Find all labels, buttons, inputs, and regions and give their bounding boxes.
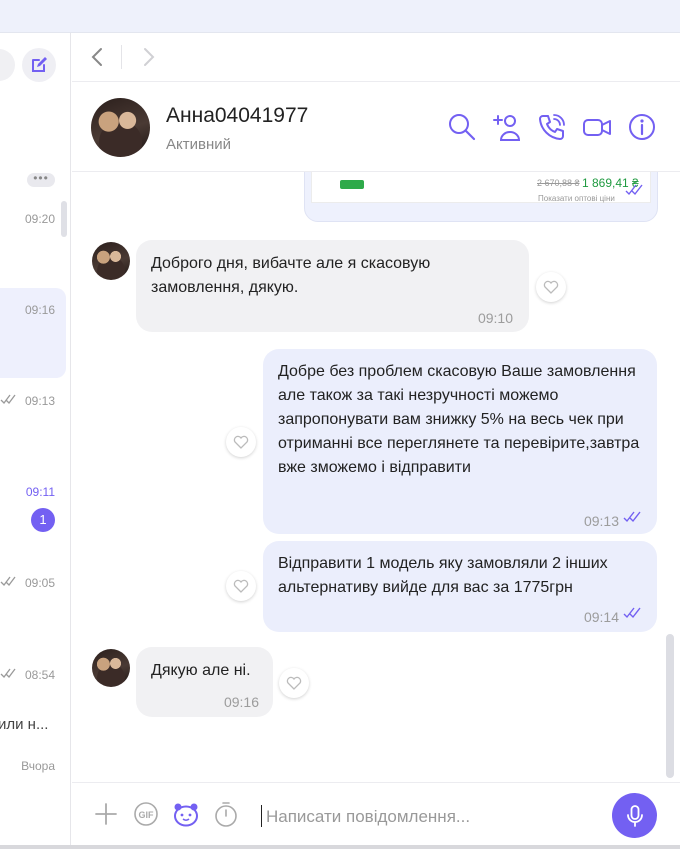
chat-header: Анна04041977 Активний bbox=[72, 82, 680, 172]
more-options-button[interactable]: ••• bbox=[27, 172, 55, 187]
chat-time: 09:05 bbox=[24, 576, 55, 590]
like-button[interactable] bbox=[536, 272, 566, 302]
forward-icon[interactable] bbox=[136, 45, 160, 69]
unread-badge: 1 bbox=[31, 508, 55, 532]
message-time: 09:10 bbox=[477, 310, 513, 326]
like-button[interactable] bbox=[226, 427, 256, 457]
message-time: 09:16 bbox=[223, 694, 259, 710]
divider bbox=[121, 45, 122, 69]
navigation-bar bbox=[72, 33, 680, 82]
window-bottom-edge bbox=[0, 845, 680, 849]
message-text: Доброго дня, вибачте але я скасовую замо… bbox=[151, 255, 431, 296]
chat-list-sidebar: ••• 09:20 09:16 09:13 09:11 1 09:05 08:5… bbox=[0, 33, 71, 849]
compose-icon bbox=[32, 57, 47, 72]
window-top-strip bbox=[0, 0, 680, 33]
info-icon[interactable] bbox=[627, 112, 657, 142]
message-text: Відправити 1 модель яку замовляли 2 інши… bbox=[278, 555, 608, 596]
message-composer: GIF bbox=[72, 782, 680, 849]
message-time: 09:14 bbox=[583, 609, 619, 625]
read-ticks-icon bbox=[623, 511, 641, 523]
contact-avatar[interactable] bbox=[91, 98, 150, 157]
chat-list-item-selected[interactable] bbox=[0, 288, 66, 378]
message-time: 09:13 bbox=[583, 513, 619, 529]
chat-time: 09:16 bbox=[24, 303, 55, 317]
like-icon bbox=[543, 280, 559, 294]
voice-message-button[interactable] bbox=[612, 793, 657, 838]
chat-preview-snippet: или н... bbox=[0, 716, 49, 733]
sticker-icon[interactable] bbox=[172, 800, 200, 828]
chat-time: 09:11 bbox=[25, 485, 55, 499]
read-ticks-icon bbox=[0, 394, 16, 407]
svg-text:GIF: GIF bbox=[139, 810, 155, 820]
chat-date: Вчора bbox=[21, 759, 55, 773]
incoming-message[interactable]: Доброго дня, вибачте але я скасовую замо… bbox=[136, 240, 529, 332]
read-ticks-icon bbox=[623, 607, 641, 619]
contact-status: Активний bbox=[166, 136, 231, 153]
outgoing-message[interactable]: Добре без проблем скасовую Ваше замовлен… bbox=[263, 349, 657, 534]
read-ticks-icon bbox=[0, 576, 16, 589]
chat-time: 09:20 bbox=[24, 212, 55, 226]
wholesale-prices-link: Показати оптові ціни bbox=[538, 194, 615, 203]
like-button[interactable] bbox=[279, 668, 309, 698]
contact-name[interactable]: Анна04041977 bbox=[166, 104, 308, 128]
read-ticks-icon bbox=[0, 668, 16, 681]
microphone-icon bbox=[626, 804, 643, 827]
add-participant-icon[interactable] bbox=[492, 112, 522, 142]
outgoing-message[interactable]: Відправити 1 модель яку замовляли 2 інши… bbox=[263, 541, 657, 632]
contact-avatar[interactable] bbox=[92, 649, 130, 687]
like-icon bbox=[233, 579, 249, 593]
sidebar-scrollbar[interactable] bbox=[61, 201, 67, 237]
image-message[interactable]: 2 670,88 ₴ 1 869,41 ₴ Показати оптові ці… bbox=[304, 172, 658, 222]
like-button[interactable] bbox=[226, 571, 256, 601]
like-icon bbox=[286, 676, 302, 690]
contact-avatar[interactable] bbox=[92, 242, 130, 280]
plus-icon[interactable] bbox=[92, 800, 120, 828]
product-badge bbox=[340, 180, 364, 189]
call-icon[interactable] bbox=[537, 112, 567, 142]
message-text: Дякую але ні. bbox=[151, 662, 251, 679]
search-icon[interactable] bbox=[447, 112, 477, 142]
message-input[interactable] bbox=[266, 804, 586, 830]
back-icon[interactable] bbox=[86, 45, 110, 69]
like-icon bbox=[233, 435, 249, 449]
chat-search-input[interactable] bbox=[0, 49, 15, 81]
video-call-icon[interactable] bbox=[582, 112, 612, 142]
gif-icon[interactable]: GIF bbox=[132, 800, 160, 828]
incoming-message[interactable]: Дякую але ні. 09:16 bbox=[136, 647, 273, 717]
timer-icon[interactable] bbox=[212, 800, 240, 828]
compose-button[interactable] bbox=[22, 48, 56, 82]
old-price: 2 670,88 ₴ bbox=[537, 178, 580, 188]
chat-time: 08:54 bbox=[24, 668, 55, 682]
product-screenshot: 2 670,88 ₴ 1 869,41 ₴ Показати оптові ці… bbox=[311, 172, 651, 203]
message-text: Добре без проблем скасовую Ваше замовлен… bbox=[278, 363, 640, 476]
chat-scrollbar[interactable] bbox=[666, 634, 674, 778]
chat-time: 09:13 bbox=[24, 394, 55, 408]
text-cursor bbox=[261, 805, 262, 827]
message-list[interactable]: 2 670,88 ₴ 1 869,41 ₴ Показати оптові ці… bbox=[72, 172, 680, 782]
read-ticks-icon bbox=[625, 184, 643, 196]
